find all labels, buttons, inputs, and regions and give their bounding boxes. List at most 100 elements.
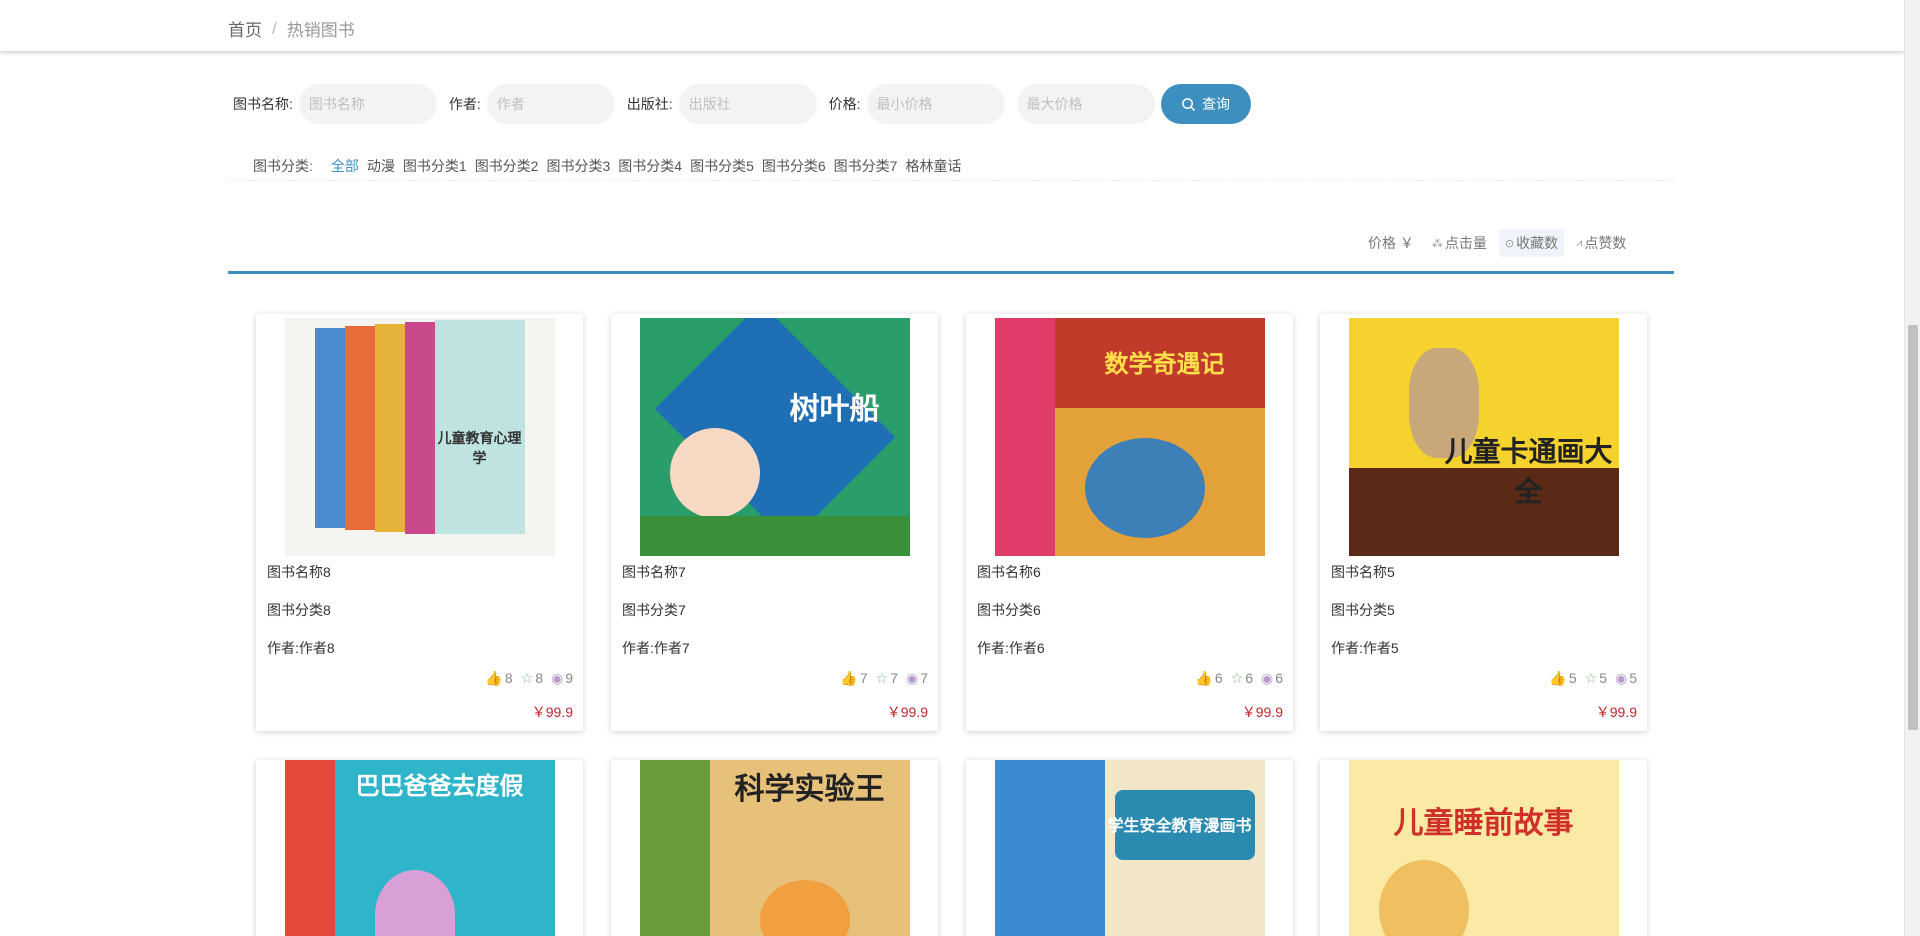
eye-icon: ◉ (550, 670, 564, 686)
sort-favorites[interactable]: ⊙ 收藏数 (1498, 229, 1565, 257)
book-name: 图书名称6 (977, 564, 1041, 580)
search-icon (1182, 97, 1196, 111)
book-card[interactable]: 树叶船 图书名称7 图书分类7 作者:作者7 👍 7 ☆ 7 ◉ 7 ￥99.9 (611, 314, 938, 731)
book-name-input[interactable] (298, 84, 437, 124)
like-icon: 👍 (1195, 670, 1213, 686)
star-icon: ☆ (875, 670, 889, 686)
sort-likes[interactable]: ⩘ 点赞数 (1570, 229, 1632, 257)
view-count: 6 (1275, 670, 1283, 686)
book-card[interactable]: 数学奇遇记 图书名称6 图书分类6 作者:作者6 👍 6 ☆ 6 ◉ 6 ￥99.9 (966, 314, 1293, 731)
cover-text: 儿童卡通画大全 (1444, 435, 1613, 508)
sort-clicks[interactable]: ⁂ 点击量 (1426, 229, 1493, 257)
cover-text: 学生安全教育漫画书 (1107, 816, 1252, 835)
min-price-input[interactable] (866, 84, 1005, 124)
book-stats: 👍 5 ☆ 5 ◉ 5 (1549, 670, 1637, 687)
category-5[interactable]: 图书分类5 (690, 156, 754, 176)
query-button[interactable]: 查询 (1160, 84, 1251, 124)
query-button-label: 查询 (1202, 96, 1231, 112)
book-cover[interactable]: 科学实验王 (639, 760, 910, 936)
book-cover[interactable]: 巴巴爸爸去度假 (284, 760, 555, 936)
book-card[interactable]: 学生安全教育漫画书 (966, 760, 1293, 936)
book-category: 图书分类5 (1331, 602, 1395, 618)
category-4[interactable]: 图书分类4 (618, 156, 682, 176)
view-count: 9 (565, 670, 573, 686)
like-icon: 👍 (1549, 670, 1567, 686)
cover-text: 巴巴爸爸去度假 (355, 772, 524, 800)
book-category: 图书分类8 (267, 602, 331, 618)
favorites-icon: ⊙ (1504, 237, 1515, 250)
likes-icon: ⩘ (1576, 236, 1583, 249)
publisher-input[interactable] (678, 84, 817, 124)
category-all[interactable]: 全部 (331, 156, 359, 176)
book-cover[interactable]: 儿童睡前故事 (1348, 760, 1619, 936)
book-cover[interactable]: 儿童卡通画大全 (1348, 318, 1619, 556)
category-6[interactable]: 图书分类6 (762, 156, 826, 176)
star-icon: ☆ (520, 670, 534, 686)
cover-text: 科学实验王 (734, 772, 885, 807)
book-price: ￥99.9 (886, 704, 928, 720)
book-category: 图书分类6 (977, 602, 1041, 618)
category-grimm[interactable]: 格林童话 (905, 156, 961, 176)
book-author: 作者:作者5 (1331, 640, 1399, 656)
book-price: ￥99.9 (531, 704, 573, 720)
cover-text: 儿童教育心理学 (437, 431, 522, 467)
book-cover[interactable]: 儿童教育心理学 (284, 318, 555, 556)
category-1[interactable]: 图书分类1 (403, 156, 467, 176)
publisher-label: 出版社: (626, 96, 673, 112)
book-card[interactable]: 儿童睡前故事 (1320, 760, 1647, 936)
scrollbar-thumb[interactable] (1908, 325, 1918, 730)
category-3[interactable]: 图书分类3 (546, 156, 610, 176)
like-count: 7 (859, 670, 868, 686)
book-name: 图书名称5 (1331, 564, 1395, 580)
like-count: 8 (504, 670, 513, 686)
breadcrumb: 首页 / 热销图书 (228, 16, 355, 41)
book-stats: 👍 7 ☆ 7 ◉ 7 (840, 670, 928, 687)
book-author: 作者:作者7 (622, 640, 690, 656)
price-label: 价格: (828, 96, 861, 112)
breadcrumb-current: 热销图书 (286, 21, 355, 40)
fav-count: 8 (535, 670, 543, 686)
breadcrumb-separator: / (272, 18, 277, 38)
book-card[interactable]: 科学实验王 (611, 760, 938, 936)
star-icon: ☆ (1230, 670, 1244, 686)
book-category: 图书分类7 (622, 602, 686, 618)
breadcrumb-home-link[interactable]: 首页 (228, 16, 262, 41)
like-icon: 👍 (485, 670, 503, 686)
category-2[interactable]: 图书分类2 (475, 156, 539, 176)
book-cover[interactable]: 学生安全教育漫画书 (994, 760, 1265, 936)
max-price-input[interactable] (1016, 84, 1155, 124)
sort-price[interactable]: 价格 ￥ (1362, 229, 1420, 257)
book-card[interactable]: 巴巴爸爸去度假 (256, 760, 583, 936)
category-label: 图书分类: (253, 158, 313, 174)
clicks-icon: ⁂ (1431, 237, 1443, 250)
fav-count: 6 (1245, 670, 1253, 686)
book-cover[interactable]: 树叶船 (639, 318, 910, 556)
book-card[interactable]: 儿童卡通画大全 图书名称5 图书分类5 作者:作者5 👍 5 ☆ 5 ◉ 5 ￥99.… (1320, 314, 1647, 731)
book-cover[interactable]: 数学奇遇记 (994, 318, 1265, 556)
search-bar: 图书名称: 作者: 出版社: 价格: 查询 (233, 84, 1251, 124)
book-price: ￥99.9 (1241, 704, 1283, 720)
book-stats: 👍 6 ☆ 6 ◉ 6 (1195, 670, 1283, 687)
page-scrollbar[interactable] (1904, 0, 1920, 936)
fav-count: 7 (890, 670, 898, 686)
top-bar: 首页 / 热销图书 (0, 0, 1904, 52)
book-price: ￥99.9 (1595, 704, 1637, 720)
book-card[interactable]: 儿童教育心理学 图书名称8 图书分类8 作者:作者8 👍 8 ☆ 8 ◉ 9 ￥99.… (256, 314, 583, 731)
sort-clicks-label: 点击量 (1444, 235, 1487, 251)
like-count: 5 (1568, 670, 1577, 686)
book-name: 图书名称7 (622, 564, 686, 580)
sort-price-label: 价格 ￥ (1368, 235, 1414, 251)
sort-options: 价格 ￥ ⁂ 点击量 ⊙ 收藏数 ⩘ 点赞数 (1356, 229, 1632, 257)
sort-underline (228, 271, 1674, 274)
category-filter: 图书分类: 全部 动漫 图书分类1 图书分类2 图书分类3 图书分类4 图书分类… (253, 156, 969, 176)
author-input[interactable] (486, 84, 615, 124)
cover-text: 数学奇遇记 (1104, 350, 1225, 378)
cover-text: 树叶船 (789, 392, 880, 427)
category-7[interactable]: 图书分类7 (834, 156, 898, 176)
divider (228, 180, 1674, 181)
category-anime[interactable]: 动漫 (367, 156, 395, 176)
sort-favorites-label: 收藏数 (1516, 235, 1559, 251)
like-count: 6 (1214, 670, 1223, 686)
book-author: 作者:作者8 (267, 640, 335, 656)
star-icon: ☆ (1584, 670, 1598, 686)
